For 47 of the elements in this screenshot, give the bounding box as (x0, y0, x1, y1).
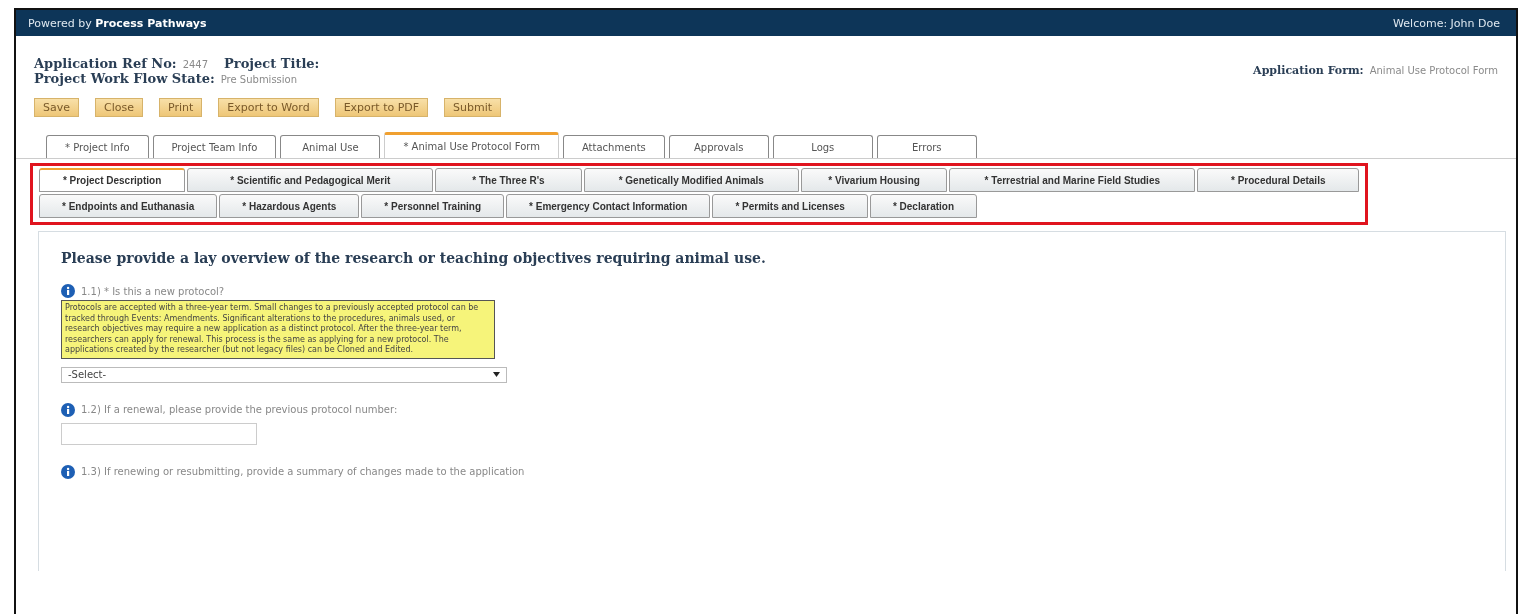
tab[interactable]: Attachments (562, 135, 665, 158)
section-tab[interactable]: * Project Description (39, 168, 186, 192)
caret-icon (493, 372, 500, 377)
title-label: Project Title: (224, 56, 320, 71)
state-value: Pre Submission (220, 74, 298, 85)
toolbar-button[interactable]: Submit (444, 98, 502, 117)
toolbar-button[interactable]: Save (34, 98, 79, 117)
form-label: Application Form: (1253, 64, 1364, 77)
section-tab[interactable]: * Emergency Contact Information (506, 194, 711, 218)
section-tab[interactable]: * Declaration (869, 194, 978, 218)
section-tab[interactable]: * Endpoints and Euthanasia (39, 194, 218, 218)
help-note: Protocols are accepted with a three-year term. Small changes to a previously accepted protocol can be tracked through Events: Amendments. Significant alterations to the procedures, animals used, or research objectives may require a new application as a distinct protocol. After the three-year term, researchers can apply for renewal. This process is the same as applying for a new protocol. The applications created by the researcher (but not legacy files) can be Cloned and Edited. (61, 300, 495, 359)
section-title: Please provide a lay overview of the research or teaching objectives requiring animal use. (61, 250, 767, 266)
toolbar-button[interactable]: Export to Word (218, 98, 319, 117)
question-label: 1.1) * Is this a new protocol? (81, 285, 225, 297)
tab[interactable]: Animal Use (280, 135, 381, 158)
question-label: 1.2) If a renewal, please provide the previous protocol number: (81, 404, 398, 415)
welcome-text: Welcome: John Doe (1393, 16, 1500, 30)
input-field[interactable] (61, 422, 257, 445)
form-value: Animal Use Protocol Form (1369, 65, 1498, 76)
state-label: Project Work Flow State: (34, 71, 215, 86)
section-tab[interactable]: * Procedural Details (1197, 168, 1359, 192)
select-field[interactable]: -Select- (61, 366, 507, 383)
section-tab[interactable]: * Personnel Training (361, 194, 505, 218)
question-label: 1.3) If renewing or resubmitting, provide a summary of changes made to the application (81, 466, 525, 477)
info-icon[interactable] (61, 464, 75, 479)
section-tab[interactable]: * Genetically Modified Animals (583, 168, 800, 192)
section-tab[interactable]: * Hazardous Agents (219, 194, 360, 218)
tab[interactable]: Logs (772, 135, 873, 158)
tab[interactable]: Approvals (668, 135, 769, 158)
tab[interactable]: Errors (876, 135, 977, 158)
tab[interactable]: Project Team Info (152, 135, 277, 158)
toolbar-button[interactable]: Export to PDF (334, 98, 429, 117)
toolbar-button[interactable]: Print (159, 98, 203, 117)
tab[interactable]: * Animal Use Protocol Form (384, 132, 559, 158)
ref-value: 2447 (182, 59, 209, 70)
section-tab[interactable]: * Scientific and Pedagogical Merit (187, 168, 434, 192)
section-tab[interactable]: * Permits and Licenses (712, 194, 868, 218)
section-tab[interactable]: * Vivarium Housing (801, 168, 948, 192)
info-icon[interactable] (61, 402, 75, 417)
toolbar-button[interactable]: Close (95, 98, 143, 117)
section-tab[interactable]: * The Three R's (435, 168, 582, 192)
info-icon[interactable] (61, 284, 75, 298)
section-tab[interactable]: * Terrestrial and Marine Field Studies (949, 168, 1196, 192)
tab[interactable]: * Project Info (46, 135, 149, 158)
ref-label: Application Ref No: (34, 56, 177, 71)
powered-by-text: Powered by Process Pathways (28, 16, 207, 30)
